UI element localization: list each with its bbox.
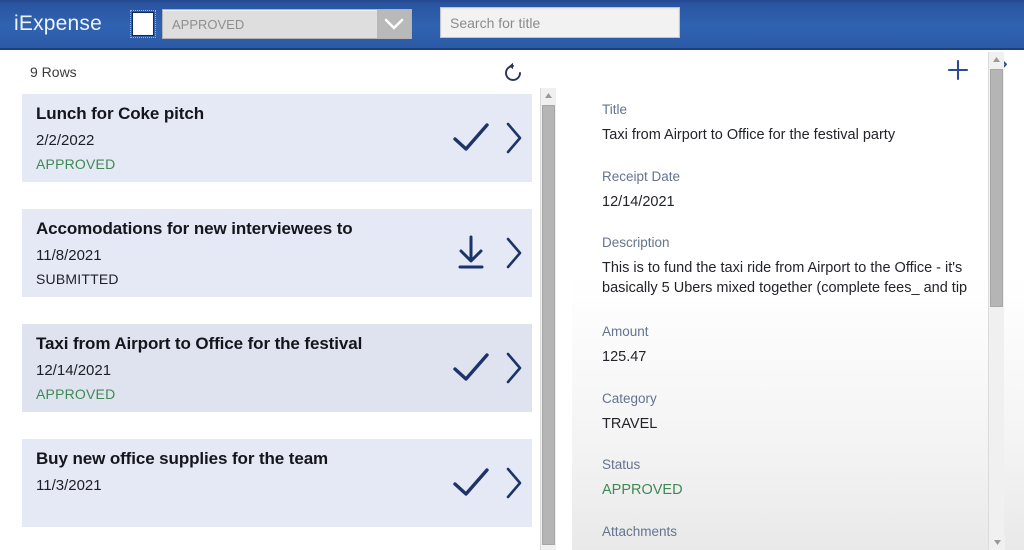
chevron-right-icon[interactable] <box>504 466 524 500</box>
plus-icon[interactable] <box>946 58 970 82</box>
chevron-right-icon[interactable] <box>504 236 524 270</box>
detail-field-label: Title <box>602 102 628 117</box>
expense-card-actions <box>452 121 524 155</box>
check-icon[interactable] <box>452 466 490 500</box>
expense-card-actions <box>452 234 524 272</box>
detail-field-label: Receipt Date <box>602 168 681 184</box>
detail-scroll-down-icon[interactable] <box>989 535 1005 550</box>
detail-field-value: This is to fund the taxi ride from Airpo… <box>602 260 968 296</box>
detail-field-value: APPROVED <box>602 482 683 499</box>
detail-field-label: Description <box>602 235 670 251</box>
list-header: 9 Rows <box>0 50 556 94</box>
detail-field-list: Title Taxi from Airport to Office for the… <box>602 102 984 550</box>
detail-field-value: Taxi from Airport to Office for the fest… <box>602 127 896 143</box>
download-icon[interactable] <box>452 234 490 272</box>
check-icon[interactable] <box>452 351 490 385</box>
detail-scrollbar-thumb[interactable] <box>990 69 1003 307</box>
expense-card-actions <box>452 466 524 500</box>
pane-divider <box>556 50 572 550</box>
app-header-bar: iExpense APPROVED <box>0 0 1024 50</box>
detail-scrollbar[interactable] <box>988 52 1005 550</box>
rows-count-label: 9 Rows <box>30 64 77 80</box>
expense-card-list[interactable]: Lunch for Coke pitch 2/2/2022 APPROVED Acco… <box>0 94 540 550</box>
expense-detail-pane: Title Taxi from Airport to Office for the… <box>572 50 1024 550</box>
detail-field-label: Amount <box>602 324 649 340</box>
refresh-icon[interactable] <box>498 58 528 88</box>
scroll-up-icon[interactable] <box>541 88 556 103</box>
chevron-down-icon[interactable] <box>377 10 411 38</box>
search-box[interactable] <box>440 7 680 38</box>
expense-list-pane: 9 Rows Lunch for Coke pitch 2/2/2022 APPRO… <box>0 50 556 550</box>
check-icon[interactable] <box>452 121 490 155</box>
status-filter-value: APPROVED <box>172 16 245 32</box>
filter-checkbox[interactable] <box>130 10 156 38</box>
expense-card[interactable]: Lunch for Coke pitch 2/2/2022 APPROVED <box>22 94 532 182</box>
detail-scroll-up-icon[interactable] <box>989 52 1004 67</box>
app-title: iExpense <box>14 12 102 35</box>
detail-field-value: 125.47 <box>602 349 647 366</box>
iexpense-app: iExpense APPROVED 9 Rows Lunch <box>0 0 1024 550</box>
expense-card-status: APPROVED <box>36 386 116 402</box>
detail-field-label: Status <box>602 457 641 473</box>
detail-field-label: Category <box>602 390 657 406</box>
expense-card[interactable]: Taxi from Airport to Office for the fest… <box>22 324 532 412</box>
detail-field-value: TRAVEL <box>602 415 658 432</box>
expense-card[interactable]: Accomodations for new interviewees to 11/… <box>22 209 532 297</box>
chevron-right-icon[interactable] <box>504 351 524 385</box>
expense-card-actions <box>452 351 524 385</box>
expense-card-status: SUBMITTED <box>36 271 119 287</box>
expense-card-status: APPROVED <box>36 156 116 172</box>
expense-card[interactable]: Buy new office supplies for the team 11/3… <box>22 439 532 527</box>
list-scrollbar[interactable] <box>540 88 556 550</box>
list-scrollbar-thumb[interactable] <box>542 105 555 545</box>
status-filter-dropdown[interactable]: APPROVED <box>162 9 412 39</box>
detail-field-label: Attachments <box>602 523 678 539</box>
detail-field-value: 12/14/2021 <box>602 193 675 210</box>
chevron-right-icon[interactable] <box>504 121 524 155</box>
search-input[interactable] <box>441 14 679 31</box>
